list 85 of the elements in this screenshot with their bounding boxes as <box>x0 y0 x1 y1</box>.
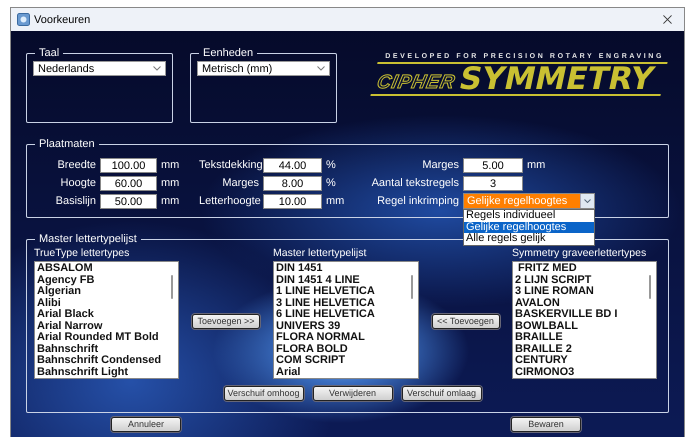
number-field[interactable]: 100.00 <box>100 158 157 172</box>
unit-label: % <box>326 177 336 189</box>
logo-text: SYMMETRY <box>456 64 656 94</box>
list-item[interactable]: BOWLBALL <box>515 320 646 332</box>
scrollbar-thumb[interactable] <box>171 275 173 299</box>
field-label: Hoogte <box>60 177 96 189</box>
app-icon <box>17 13 30 26</box>
list-item[interactable]: BASKERVILLE BD I <box>515 309 646 320</box>
list-item[interactable]: Arial Narrow <box>37 320 168 332</box>
group-title: Master lettertypelijst <box>38 233 138 245</box>
list-item[interactable]: Bahnschrift <box>37 344 168 355</box>
logo-text: CIPHER <box>374 72 458 94</box>
list-item[interactable]: Agency FB <box>37 274 168 286</box>
close-icon[interactable] <box>663 15 672 24</box>
list-item[interactable]: 2 LIJN SCRIPT <box>515 274 646 286</box>
list-heading: Symmetry graveerlettertypes <box>512 247 648 261</box>
list-heading: TrueType lettertypes <box>34 247 130 261</box>
list-item[interactable]: FLORA BOLD <box>276 344 408 355</box>
list-item[interactable]: 6 LINE HELVETICA <box>276 309 408 320</box>
action-button[interactable]: << Toevoegen <box>432 314 500 328</box>
dropdown-value: Metrisch (mm) <box>202 62 272 74</box>
list-item[interactable]: Arial Black <box>37 309 168 320</box>
field-label: Letterhoogte <box>199 195 259 207</box>
list-item[interactable]: Bahnschrift Light <box>37 366 168 378</box>
menu-option[interactable]: Alle regels gelijk <box>464 233 594 244</box>
field-label: Aantal tekstregels <box>370 177 459 189</box>
scrollbar-thumb[interactable] <box>649 275 651 299</box>
window-title: Voorkeuren <box>34 14 92 26</box>
list-item[interactable]: UNIVERS 39 <box>276 320 408 332</box>
dropdown-value: Gelijke regelhoogtes <box>464 194 580 208</box>
number-field[interactable]: 10.00 <box>263 194 322 208</box>
dropdown-field[interactable]: Nederlands <box>33 61 166 76</box>
field-label: Marges <box>221 177 259 189</box>
list-item[interactable]: CIRMONO3 <box>515 366 646 378</box>
list-item[interactable]: BRAILLE 2 <box>515 344 646 355</box>
group-title: Taal <box>38 47 60 59</box>
list-item[interactable]: Algerian <box>37 286 168 298</box>
list-item[interactable]: AVALON <box>515 298 646 309</box>
list-item[interactable]: Arial Rounded MT Bold <box>37 332 168 344</box>
chevron-icon <box>153 66 161 71</box>
action-button[interactable]: Verschuif omlaag <box>402 386 482 400</box>
number-field[interactable]: 60.00 <box>100 176 157 190</box>
scrollbar-thumb[interactable] <box>411 275 413 299</box>
field-label: Regel inkrimping <box>376 195 459 207</box>
list-item[interactable]: DIN 1451 4 LINE <box>276 274 408 286</box>
number-field[interactable]: 44.00 <box>263 158 322 172</box>
list-item[interactable]: Alibi <box>37 298 168 309</box>
list-item[interactable]: CENTURY <box>515 355 646 366</box>
action-button[interactable]: Bewaren <box>511 416 581 432</box>
list-item[interactable]: Bahnschrift Condensed <box>37 355 168 366</box>
unit-label: mm <box>326 195 344 207</box>
dropdown-value: Nederlands <box>38 62 94 74</box>
number-field[interactable]: 5.00 <box>463 158 523 172</box>
number-field[interactable]: 3 <box>463 176 523 190</box>
dropdown-field[interactable]: Metrisch (mm) <box>197 61 330 76</box>
action-button[interactable]: Toevoegen >> <box>192 314 260 328</box>
unit-label: mm <box>527 159 546 171</box>
list-item[interactable]: BRAILLE <box>515 332 646 344</box>
list-item[interactable]: Arial <box>276 366 408 378</box>
unit-label: mm <box>161 177 180 189</box>
chevron-icon <box>317 66 325 71</box>
number-field[interactable]: 50.00 <box>100 194 157 208</box>
action-button[interactable]: Annuleer <box>111 416 181 432</box>
list-heading: Master lettertypelijst <box>273 247 368 261</box>
unit-label: mm <box>161 159 180 171</box>
unit-label: mm <box>161 195 180 207</box>
unit-label: % <box>326 159 336 171</box>
group-title: Plaatmaten <box>38 138 96 150</box>
group-title: Eenheden <box>202 47 254 59</box>
field-label: Marges <box>421 159 459 171</box>
list-item[interactable]: ABSALOM <box>37 263 168 274</box>
list-item[interactable]: FRITZ MED <box>515 263 646 274</box>
list-item[interactable]: 3 LINE HELVETICA <box>276 298 408 309</box>
action-button[interactable]: Verwijderen <box>312 386 392 400</box>
menu-option[interactable]: Gelijke regelhoogtes <box>464 222 594 233</box>
menu-option[interactable]: Regels individueel <box>464 210 594 222</box>
list-item[interactable]: DIN 1451 <box>276 263 408 274</box>
action-button[interactable]: Verschuif omhoog <box>224 386 304 400</box>
list-item[interactable]: 1 LINE HELVETICA <box>276 286 408 298</box>
field-label: Basislijn <box>54 195 96 207</box>
field-label: Breedte <box>56 159 96 171</box>
list-item[interactable]: 3 LINE ROMAN <box>515 286 646 298</box>
number-field[interactable]: 8.00 <box>263 176 322 190</box>
list-item[interactable]: FLORA NORMAL <box>276 332 408 344</box>
list-item[interactable]: COM SCRIPT <box>276 355 408 366</box>
